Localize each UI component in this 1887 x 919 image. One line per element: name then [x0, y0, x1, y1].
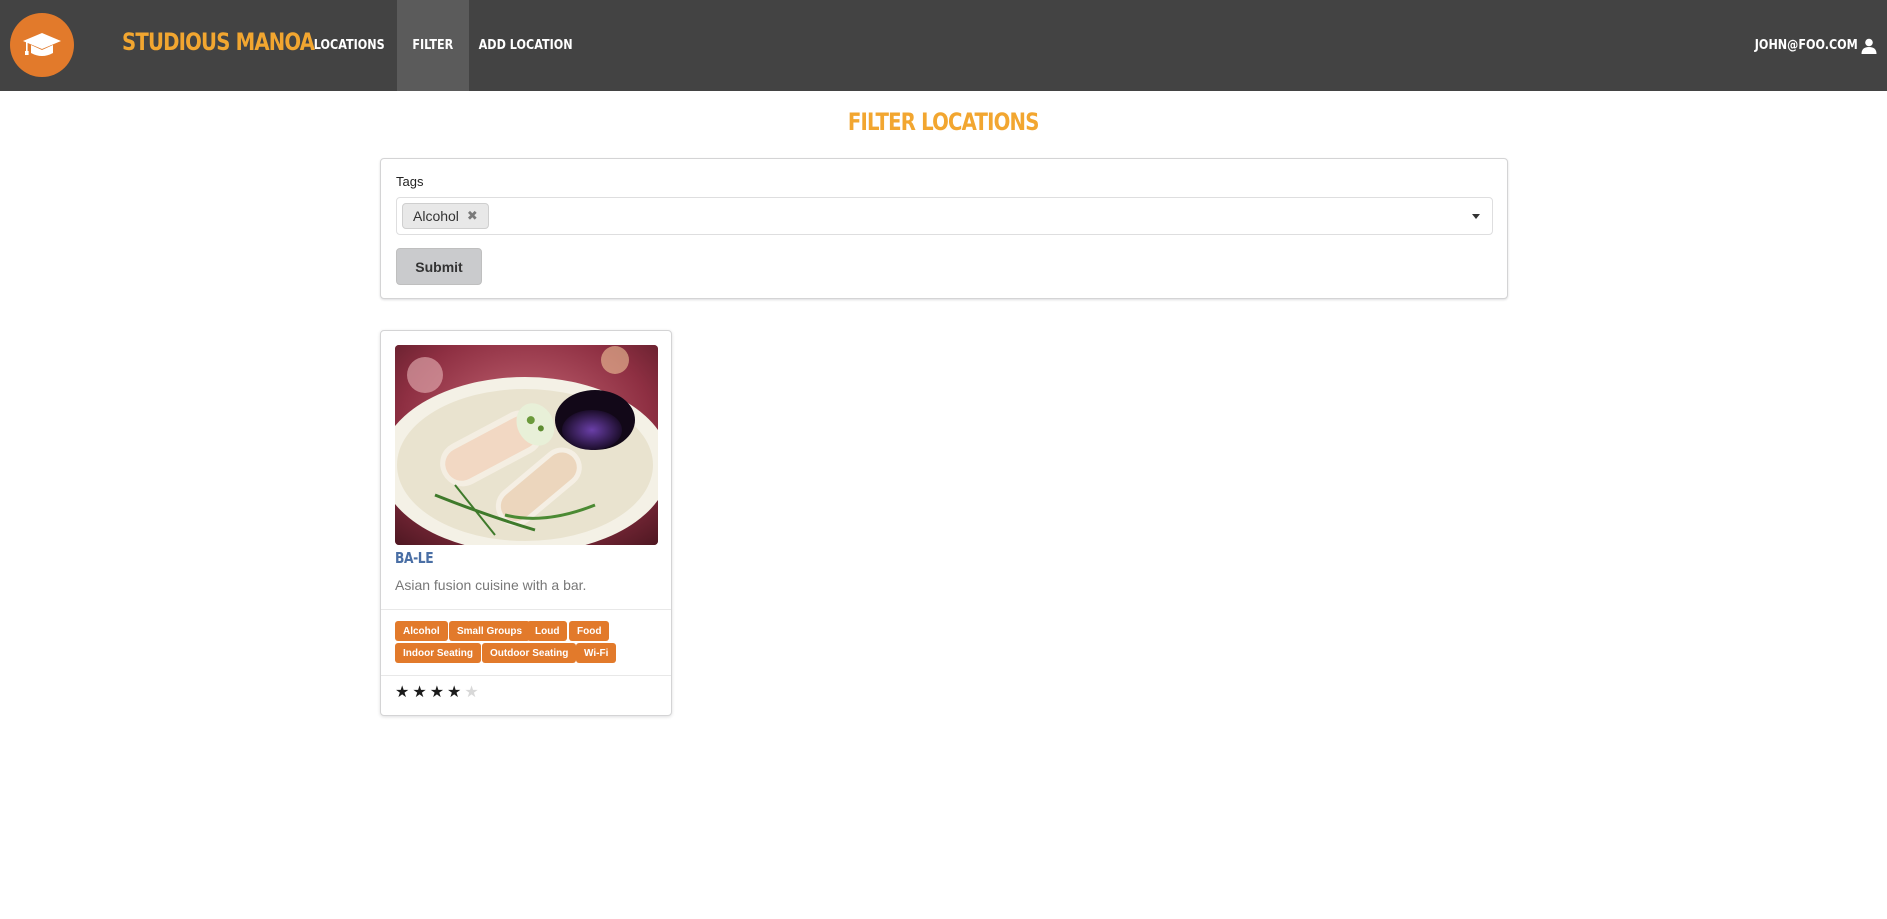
dropdown-caret-icon[interactable] [1472, 214, 1480, 219]
tags-label: Tags [396, 174, 424, 189]
star-rating[interactable]: ★ ★ ★ ★ ★ [395, 685, 479, 701]
star-filled-icon[interactable]: ★ [447, 685, 461, 701]
nav-locations-label: Locations [313, 38, 385, 53]
filter-form: Tags Alcohol ✖ Submit [380, 158, 1508, 299]
top-navbar: Studious Manoa Locations Filter Add Loca… [0, 0, 1887, 91]
spring-rolls-image [395, 345, 658, 545]
page-title-text: Filter Locations [848, 108, 1039, 136]
star-empty-icon[interactable]: ★ [464, 685, 478, 701]
card-divider [381, 675, 671, 676]
location-name: Ba-Le [395, 549, 434, 567]
selected-tag-label: Alcohol [413, 208, 459, 224]
tag-label: Outdoor Seating [482, 643, 577, 663]
brand-title[interactable]: Studious Manoa [122, 28, 315, 56]
star-filled-icon[interactable]: ★ [395, 685, 409, 701]
tags-multiselect[interactable]: Alcohol ✖ [396, 197, 1493, 235]
nav-filter[interactable]: Filter [397, 0, 469, 91]
tag-label: Indoor Seating [395, 643, 481, 663]
logo[interactable] [10, 13, 74, 77]
location-description: Asian fusion cuisine with a bar. [395, 577, 587, 593]
graduation-cap-icon [23, 33, 61, 56]
nav-add-location-label: Add Location [479, 38, 573, 53]
user-icon [1861, 38, 1877, 54]
selected-tag-chip: Alcohol ✖ [402, 203, 489, 229]
remove-tag-icon[interactable]: ✖ [467, 208, 478, 224]
user-email: john@foo.com [1754, 38, 1858, 53]
nav-filter-label: Filter [412, 38, 454, 53]
star-filled-icon[interactable]: ★ [430, 685, 444, 701]
submit-button[interactable]: Submit [396, 248, 482, 285]
page-title: Filter Locations [0, 108, 1887, 136]
location-image [395, 345, 658, 545]
tag-label: Alcohol [395, 621, 448, 641]
tag-label: Food [569, 621, 610, 641]
nav-add-location[interactable]: Add Location [476, 0, 576, 91]
star-filled-icon[interactable]: ★ [412, 685, 426, 701]
nav-locations[interactable]: Locations [312, 0, 386, 91]
location-name-link[interactable]: Ba-Le [395, 549, 442, 567]
card-divider [381, 609, 671, 610]
tag-label: Small Groups [449, 621, 531, 641]
location-card: Ba-Le Asian fusion cuisine with a bar. A… [380, 330, 672, 716]
tag-label: Loud [527, 621, 568, 641]
tag-label: Wi-Fi [576, 643, 617, 663]
user-menu[interactable]: john@foo.com [1738, 0, 1877, 91]
